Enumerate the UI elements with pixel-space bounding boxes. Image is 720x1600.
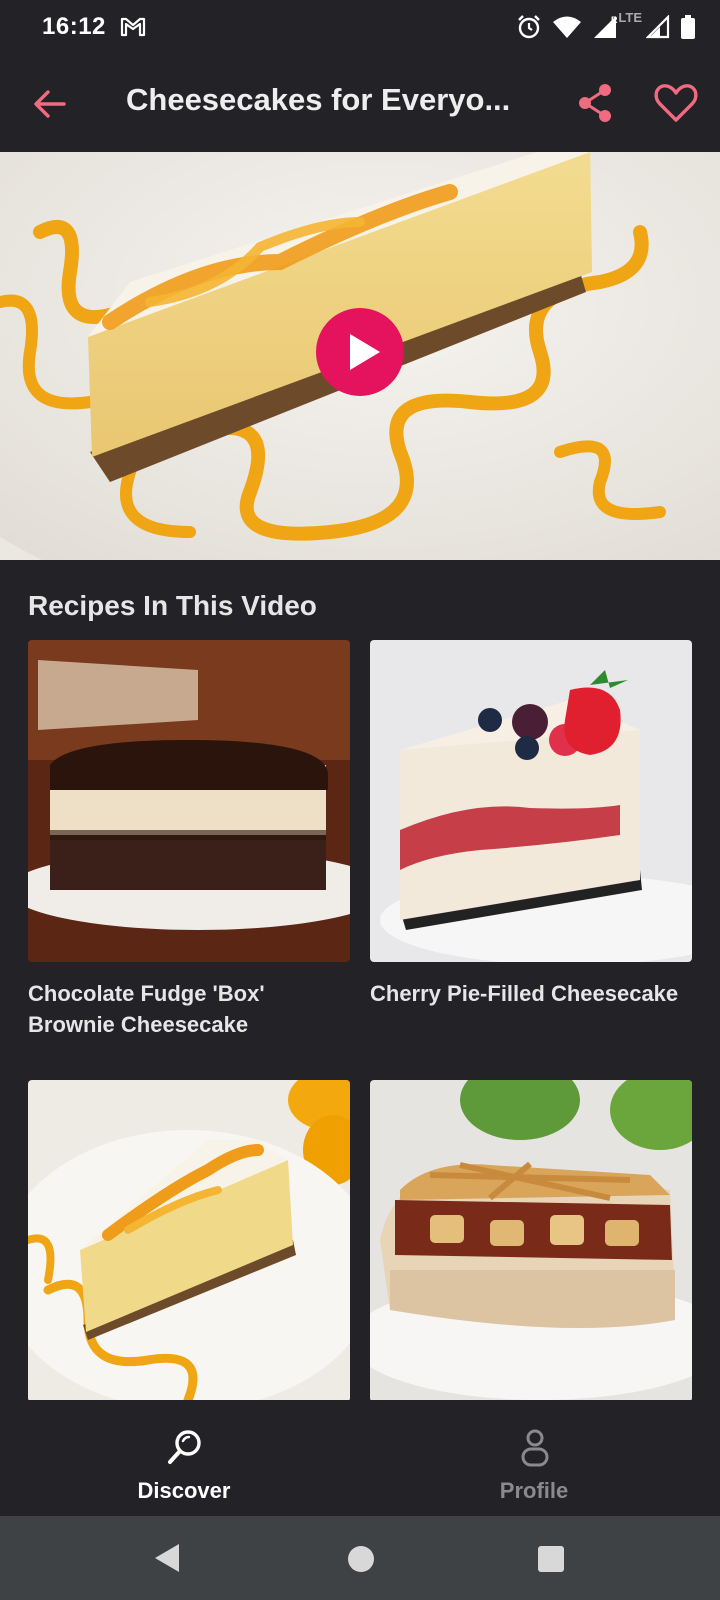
share-icon[interactable] (575, 82, 617, 124)
nav-item-profile[interactable]: Profile (354, 1400, 714, 1516)
app-bar: Cheesecakes for Everyo... (0, 56, 720, 152)
recipe-title: Chocolate Fudge 'Box' Brownie Cheesecake (28, 981, 265, 1037)
video-player[interactable] (0, 152, 720, 560)
recipe-card[interactable]: Chocolate Fudge 'Box' Brownie Cheesecake (28, 640, 350, 1040)
recipe-card[interactable]: Cherry Pie-Filled Cheesecake (370, 640, 692, 1009)
play-button[interactable] (316, 308, 404, 396)
alarm-icon (518, 15, 540, 39)
status-icons: R (516, 12, 696, 42)
nav-item-discover[interactable]: Discover (4, 1400, 364, 1516)
status-time: 16:12 (42, 13, 106, 40)
recipe-thumbnail (370, 1080, 692, 1402)
recipe-title: Cherry Pie-Filled Cheesecake (370, 981, 679, 1006)
search-icon (168, 1430, 201, 1464)
section-title: Recipes In This Video (28, 590, 317, 621)
back-triangle-icon[interactable] (155, 1544, 179, 1572)
wifi-icon (553, 16, 581, 38)
cellular-signal-icon: R (594, 15, 618, 38)
nav-label-profile: Profile (499, 1478, 569, 1503)
system-navigation-bar (0, 1516, 720, 1600)
arrow-left-icon[interactable] (30, 84, 70, 124)
bottom-navigation: Discover Profile (0, 1400, 720, 1516)
play-icon (350, 334, 380, 370)
gmail-icon (120, 17, 146, 37)
recipe-thumbnail (370, 640, 692, 962)
recipe-card[interactable] (28, 1080, 350, 1418)
nav-label-discover: Discover (137, 1478, 231, 1503)
page-title: Cheesecakes for Everyo... (126, 82, 511, 117)
profile-icon (521, 1429, 549, 1467)
recents-square-icon[interactable] (538, 1546, 564, 1572)
cellular-signal-2-icon (646, 15, 670, 39)
heart-outline-icon[interactable] (653, 80, 699, 126)
battery-icon (681, 15, 695, 39)
home-circle-icon[interactable] (348, 1546, 374, 1572)
recipe-thumbnail (28, 1080, 350, 1402)
svg-text:R: R (611, 15, 618, 25)
lte-label: LTE (618, 10, 642, 25)
recipe-card[interactable] (370, 1080, 692, 1418)
status-bar: 16:12 R LTE (0, 0, 720, 56)
recipe-thumbnail (28, 640, 350, 962)
